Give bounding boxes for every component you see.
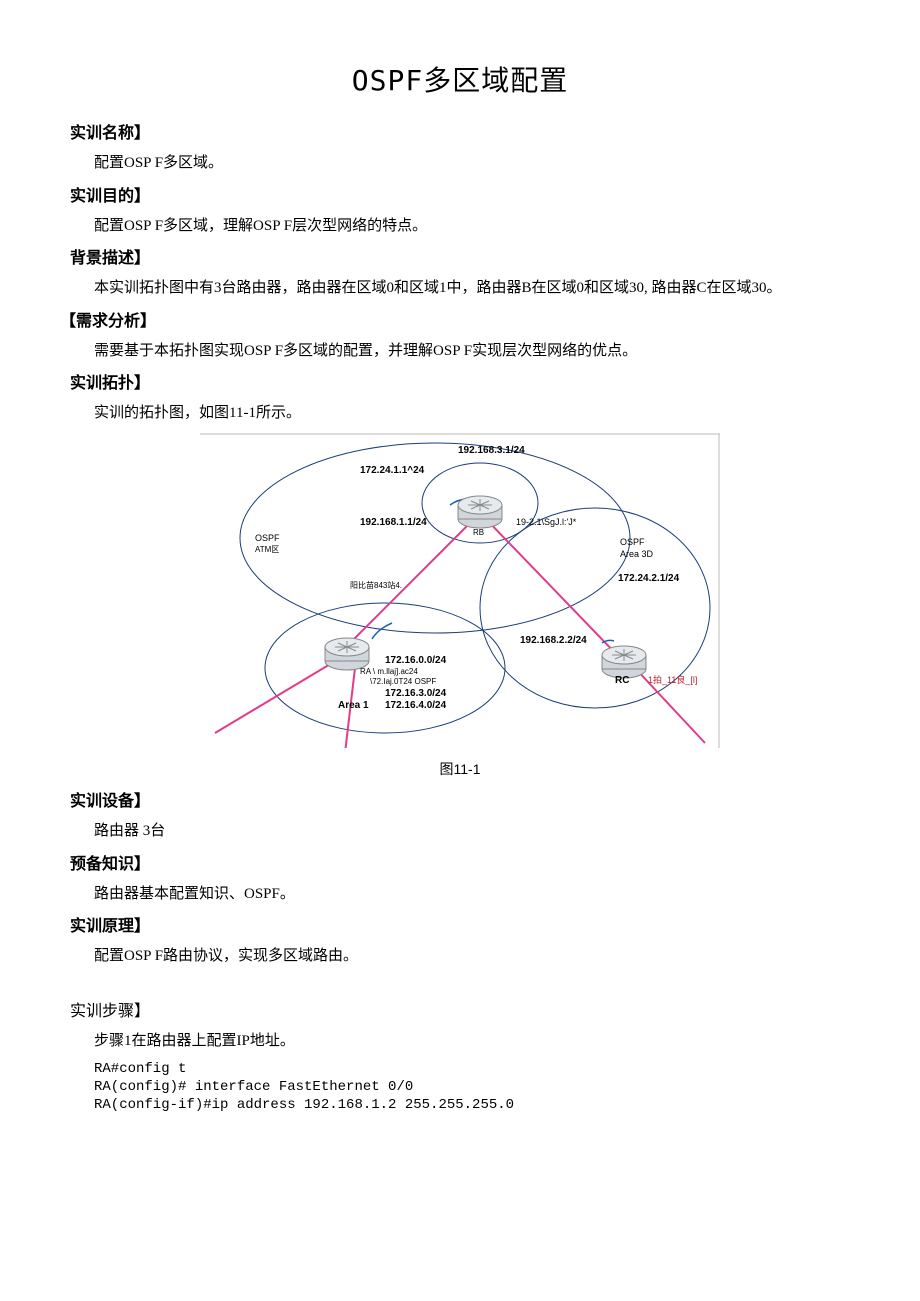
heading-principle: 实训原理】 <box>70 915 860 939</box>
lbl-rc-sub: 1拍_11良_[l] <box>648 674 697 685</box>
heading-requirements: 【需求分析】 <box>60 310 860 334</box>
body-goal: 配置OSP F多区域，理解OSP F层次型网络的特点。 <box>60 215 860 238</box>
body-name: 配置OSP F多区域。 <box>60 152 860 175</box>
router-rc-icon <box>602 646 646 678</box>
topology-figure: 192.168.3.1/24 172.24.1.1^24 192.168.1.1… <box>60 433 860 756</box>
body-requirements: 需要基于本拓扑图实现OSP F多区域的配置，并理解OSP F实现层次型网络的优点… <box>60 340 860 363</box>
router-rb-icon <box>458 496 502 528</box>
lbl-ra2: \72.Iaj.0T24 OSPF <box>370 677 436 686</box>
link-ra-out1 <box>215 663 332 733</box>
lbl-ra-net4: 172.16.4.0/24 <box>385 700 447 711</box>
router-ra-icon <box>325 638 369 670</box>
lbl-ra-net3: 172.16.3.0/24 <box>385 688 447 699</box>
lbl-172-24-1: 172.24.1.1^24 <box>360 465 425 476</box>
lbl-area1: Area 1 <box>338 700 369 711</box>
lbl-area3d: Area 3D <box>620 549 654 559</box>
lbl-ospf-right: OSPF <box>620 537 645 547</box>
lbl-172-24-2: 172.24.2.1/24 <box>618 573 680 584</box>
area0-ellipse <box>240 443 630 633</box>
conn-ra <box>372 623 392 639</box>
heading-equipment: 实训设备】 <box>70 790 860 814</box>
heading-name: 实训名称】 <box>70 122 860 146</box>
lbl-ra-net1: 172.16.0.0/24 <box>385 655 447 666</box>
lbl-area-atm: ATM区 <box>255 545 279 554</box>
body-prep: 路由器基本配置知识、OSPF。 <box>60 883 860 906</box>
step1-text: 步骤1在路由器上配置IP地址。 <box>60 1030 860 1053</box>
heading-prep: 预备知识】 <box>70 853 860 877</box>
heading-goal: 实训目的】 <box>70 185 860 209</box>
heading-topology: 实训拓扑】 <box>70 372 860 396</box>
heading-steps: 实训步骤】 <box>70 1000 860 1024</box>
body-topology: 实训的拓扑图，如图11-1所示。 <box>60 402 860 425</box>
topology-diagram: 192.168.3.1/24 172.24.1.1^24 192.168.1.1… <box>200 433 720 748</box>
body-background: 本实训拓扑图中有3台路由器，路由器在区域0和区域1中，路由器B在区域0和区域30… <box>60 277 860 300</box>
lbl-192-168-2: 192.168.2.2/24 <box>520 635 587 646</box>
body-principle: 配置OSP F路由协议，实现多区域路由。 <box>60 945 860 968</box>
code-block-1: RA#config t RA(config)# interface FastEt… <box>94 1060 860 1115</box>
lbl-ip-top: 192.168.3.1/24 <box>458 445 525 456</box>
lbl-rb: RB <box>473 528 484 537</box>
lbl-rb-right: 19-2.1\SgJ.l:'J* <box>516 517 577 527</box>
body-equipment: 路由器 3台 <box>60 820 860 843</box>
lbl-rb-left: 192.168.1.1/24 <box>360 517 427 528</box>
lbl-mid: 阳比苗843站4. <box>350 580 402 590</box>
page-title: OSPF多区域配置 <box>60 60 860 102</box>
heading-background: 背景描述】 <box>70 247 860 271</box>
figure-caption: 图11-1 <box>60 759 860 780</box>
lbl-ospf-left: OSPF <box>255 533 280 543</box>
lbl-ra: RA \ m.llaj].ac24 <box>360 667 418 676</box>
lbl-rc: RC <box>615 675 629 686</box>
